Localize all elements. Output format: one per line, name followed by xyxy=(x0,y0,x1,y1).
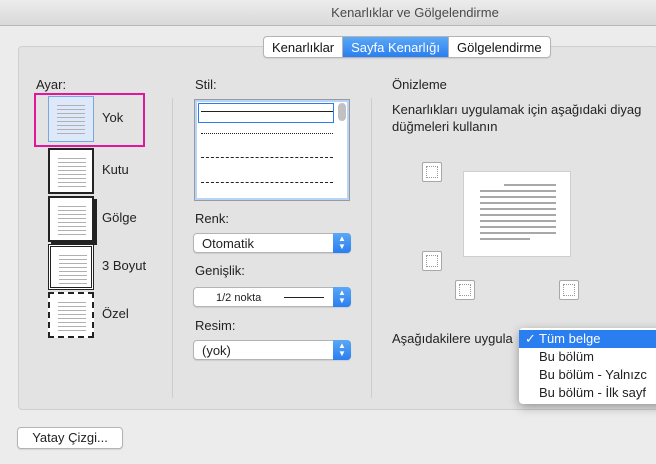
checkmark-icon: ✓ xyxy=(525,331,536,346)
tab-bar: Kenarlıklar Sayfa Kenarlığı Gölgelendirm… xyxy=(263,36,551,58)
style-dashed-line[interactable] xyxy=(201,157,333,158)
chevron-updown-icon: ▲ ▼ xyxy=(333,340,351,360)
apply-to-dropdown[interactable]: ✓ Tüm belge Bu bölüm Bu bölüm - Yalnızc … xyxy=(519,328,656,404)
width-value: 1/2 nokta xyxy=(216,292,262,304)
setting-option-3d-label: 3 Boyut xyxy=(102,258,147,273)
tab-borders[interactable]: Kenarlıklar xyxy=(264,37,344,57)
apply-to-option[interactable]: ✓ Tüm belge xyxy=(519,330,656,348)
setting-option-shadow[interactable]: Gölge xyxy=(34,196,154,242)
style-dotted-line[interactable] xyxy=(201,133,333,134)
setting-option-custom[interactable]: Özel xyxy=(34,292,154,338)
apply-to-option-label: Bu bölüm - Yalnızc xyxy=(539,367,647,382)
width-label: Genişlik: xyxy=(195,263,245,278)
preview-instruction: Kenarlıkları uygulamak için aşağıdaki di… xyxy=(392,102,642,117)
left-border-button[interactable] xyxy=(455,280,475,300)
chevron-updown-icon: ▲ ▼ xyxy=(333,287,351,307)
style-solid-line[interactable] xyxy=(201,111,333,112)
width-line-sample xyxy=(284,297,324,298)
preview-label: Önizleme xyxy=(392,77,447,92)
apply-to-label: Aşağıdakilere uygula xyxy=(392,331,513,346)
box-border-icon xyxy=(48,148,94,194)
color-value: Otomatik xyxy=(202,236,255,251)
custom-border-icon xyxy=(48,292,94,338)
setting-option-shadow-label: Gölge xyxy=(102,210,137,225)
apply-to-option-label: Bu bölüm - İlk sayf xyxy=(539,385,646,400)
setting-option-3d[interactable]: 3 Boyut xyxy=(34,244,154,290)
right-border-button[interactable] xyxy=(559,280,579,300)
style-long-dash-line[interactable] xyxy=(201,182,333,183)
width-select[interactable]: 1/2 nokta ▲ ▼ xyxy=(193,287,351,307)
preview-page xyxy=(463,171,571,257)
preview-instruction-2: düğmeleri kullanın xyxy=(392,119,498,134)
apply-to-option-label: Tüm belge xyxy=(539,331,601,346)
art-label: Resim: xyxy=(195,318,236,333)
title-bar: Kenarlıklar ve Gölgelendirme xyxy=(0,0,656,26)
chevron-updown-icon: ▲ ▼ xyxy=(333,233,351,253)
bottom-border-button[interactable] xyxy=(422,251,442,271)
apply-to-option-label: Bu bölüm xyxy=(539,349,594,364)
window-title: Kenarlıklar ve Gölgelendirme xyxy=(331,5,499,20)
style-scrollbar[interactable] xyxy=(338,103,346,121)
shadow-border-icon xyxy=(48,196,94,242)
style-selection xyxy=(198,103,334,123)
color-label: Renk: xyxy=(195,211,229,226)
setting-option-box[interactable]: Kutu xyxy=(34,148,154,194)
tab-page-border[interactable]: Sayfa Kenarlığı xyxy=(343,37,450,57)
divider xyxy=(172,98,173,398)
setting-option-custom-label: Özel xyxy=(102,306,129,321)
art-value: (yok) xyxy=(202,343,231,358)
divider xyxy=(371,98,372,398)
top-border-button[interactable] xyxy=(422,162,442,182)
3d-border-icon xyxy=(48,244,94,290)
style-label: Stil: xyxy=(195,77,217,92)
apply-to-option[interactable]: Bu bölüm - Yalnızc xyxy=(519,366,656,384)
art-select[interactable]: (yok) ▲ ▼ xyxy=(193,340,351,360)
style-list[interactable] xyxy=(194,99,350,201)
dialog-window: Kenarlıklar ve Gölgelendirme Kenarlıklar… xyxy=(0,0,656,464)
setting-option-box-label: Kutu xyxy=(102,162,129,177)
apply-to-option[interactable]: Bu bölüm - İlk sayf xyxy=(519,384,656,402)
apply-to-option[interactable]: Bu bölüm xyxy=(519,348,656,366)
setting-label: Ayar: xyxy=(36,77,67,92)
tab-shading[interactable]: Gölgelendirme xyxy=(449,37,550,57)
selection-highlight xyxy=(34,93,145,147)
color-select[interactable]: Otomatik ▲ ▼ xyxy=(193,233,351,253)
horizontal-line-button[interactable]: Yatay Çizgi... xyxy=(17,427,123,449)
